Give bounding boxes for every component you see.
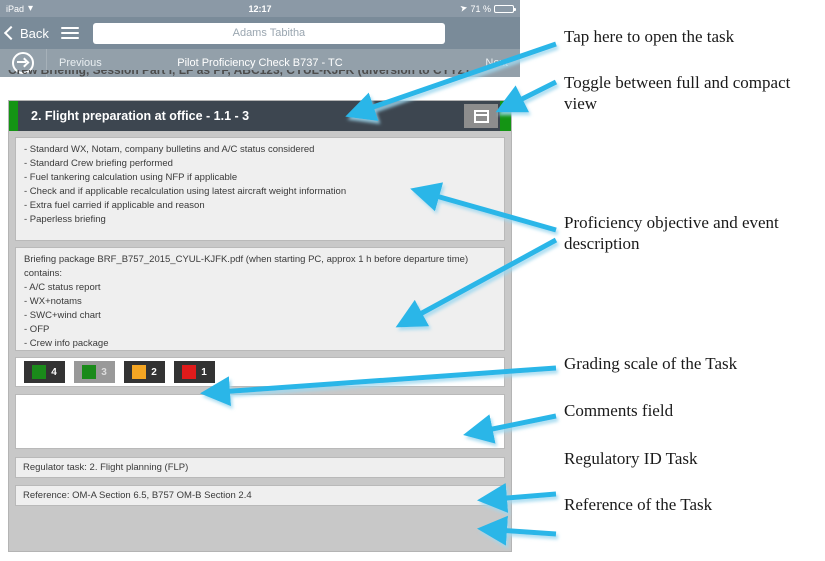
annotation-toggle-view: Toggle between full and compact view: [564, 73, 791, 113]
grade-swatch-icon: [182, 365, 197, 379]
task-card: 2. Flight preparation at office - 1.1 - …: [8, 100, 512, 552]
annotation-open-task: Tap here to open the task: [564, 27, 735, 46]
grade-button-3[interactable]: 3: [74, 361, 115, 383]
reference-row: Reference: OM-A Section 6.5, B757 OM-B S…: [15, 485, 505, 506]
reference-text: Reference: OM-A Section 6.5, B757 OM-B S…: [23, 490, 252, 501]
grade-swatch-icon: [32, 365, 47, 379]
annotation-reference: Reference of the Task: [564, 495, 713, 514]
annotation-grading: Grading scale of the Task: [564, 354, 738, 373]
grade-button-4[interactable]: 4: [24, 361, 65, 383]
annotation-comments: Comments field: [564, 401, 674, 420]
comments-field[interactable]: [15, 394, 505, 449]
grade-value-label: 2: [151, 366, 157, 378]
annotation-objective: Proficiency objective and event descript…: [564, 213, 779, 253]
grade-swatch-icon: [82, 365, 97, 379]
battery-icon: [494, 4, 516, 13]
grade-button-1[interactable]: 1: [174, 361, 215, 383]
back-button[interactable]: Back: [3, 25, 49, 41]
back-button-label: Back: [20, 25, 49, 41]
chevron-left-icon: [3, 25, 19, 41]
regulator-task-text: Regulator task: 2. Flight planning (FLP): [23, 462, 189, 473]
proficiency-objective-panel: - Standard WX, Notam, company bulletins …: [15, 137, 505, 241]
session-subtitle-text: Crew Briefing, Session Part I, LF as PF,…: [8, 70, 469, 77]
search-input-value: Adams Tabitha: [232, 27, 306, 39]
layout-toggle-icon: [473, 109, 489, 123]
proficiency-objective-text: - Standard WX, Notam, company bulletins …: [24, 144, 347, 225]
view-toggle-button[interactable]: [464, 104, 498, 128]
grading-scale: 4 3 2 1: [15, 357, 505, 387]
status-bar-clock: 12:17: [248, 3, 272, 14]
annotation-regulator: Regulatory ID Task: [564, 449, 698, 468]
grade-button-2[interactable]: 2: [124, 361, 165, 383]
event-description-panel: Briefing package BRF_B757_2015_CYUL-KJFK…: [15, 247, 505, 351]
grade-value-label: 1: [201, 366, 207, 378]
task-status-accent-left: [9, 101, 18, 131]
search-input[interactable]: Adams Tabitha: [92, 22, 445, 44]
event-description-text: Briefing package BRF_B757_2015_CYUL-KJFK…: [24, 254, 469, 349]
grade-value-label: 3: [101, 366, 107, 378]
status-bar: iPad ▾ 12:17 ➤ 71 %: [0, 0, 520, 17]
grade-swatch-icon: [132, 365, 147, 379]
status-bar-right: ➤ 71 %: [458, 2, 516, 14]
regulator-task-row: Regulator task: 2. Flight planning (FLP): [15, 457, 505, 478]
top-navigation-bar: Back Adams Tabitha: [0, 17, 520, 49]
task-title: 2. Flight preparation at office - 1.1 - …: [31, 109, 250, 123]
ipad-screenshot-panel: iPad ▾ 12:17 ➤ 71 % Back Adams Tabitha P…: [0, 0, 520, 561]
session-subtitle: Crew Briefing, Session Part I, LF as PF,…: [0, 70, 520, 85]
task-card-body: - Standard WX, Notam, company bulletins …: [9, 131, 511, 506]
location-arrow-icon: ➤: [458, 2, 469, 14]
task-card-header[interactable]: 2. Flight preparation at office - 1.1 - …: [9, 101, 511, 131]
session-title: Pilot Proficiency Check B737 - TC: [177, 57, 343, 69]
task-status-accent-right: [500, 101, 511, 131]
grade-value-label: 4: [51, 366, 57, 378]
battery-percent-label: 71 %: [470, 3, 491, 14]
next-button[interactable]: Next: [485, 57, 508, 69]
hamburger-menu-icon[interactable]: [60, 27, 79, 39]
